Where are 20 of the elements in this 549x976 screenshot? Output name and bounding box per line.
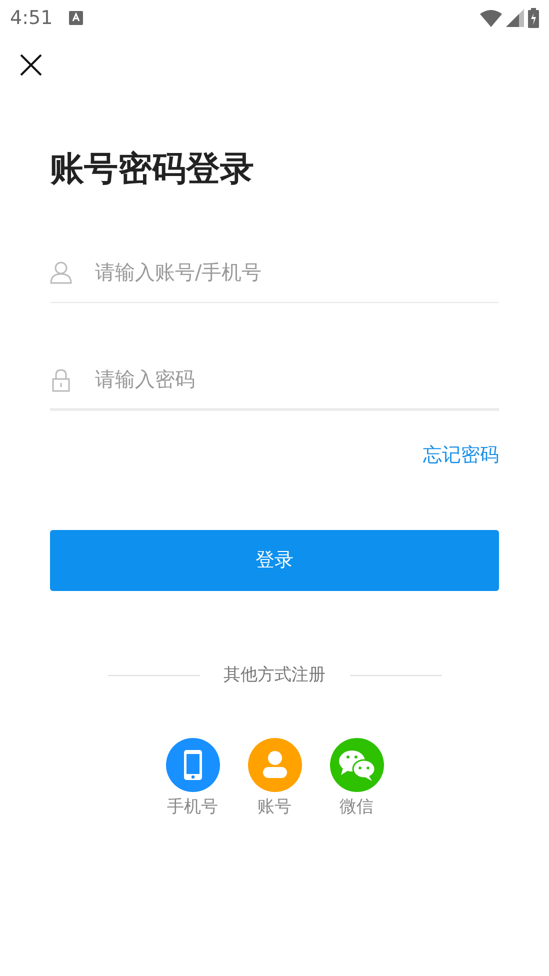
account-field[interactable]: 请输入账号/手机号 bbox=[50, 241, 499, 304]
login-button[interactable]: 登录 bbox=[50, 530, 499, 591]
close-icon[interactable] bbox=[19, 52, 43, 77]
option-label: 手机号 bbox=[167, 796, 218, 820]
person-icon[interactable] bbox=[248, 738, 302, 792]
battery-icon bbox=[528, 8, 539, 28]
wifi-icon bbox=[480, 9, 502, 27]
status-time: 4:51 bbox=[10, 6, 53, 31]
forgot-password-link[interactable]: 忘记密码 bbox=[423, 441, 499, 470]
option-label: 账号 bbox=[258, 796, 292, 820]
keyboard-notification-icon bbox=[68, 11, 83, 25]
chat-bubbles-icon[interactable] bbox=[330, 738, 384, 792]
person-icon bbox=[50, 261, 72, 284]
divider-label: 其他方式注册 bbox=[224, 664, 326, 687]
lock-icon bbox=[50, 369, 72, 392]
password-field[interactable]: 请输入密码 bbox=[50, 349, 499, 412]
signal-icon bbox=[506, 9, 524, 27]
phone-icon[interactable] bbox=[166, 738, 220, 792]
page-title: 账号密码登录 bbox=[50, 148, 255, 190]
option-label: 微信 bbox=[340, 796, 374, 820]
